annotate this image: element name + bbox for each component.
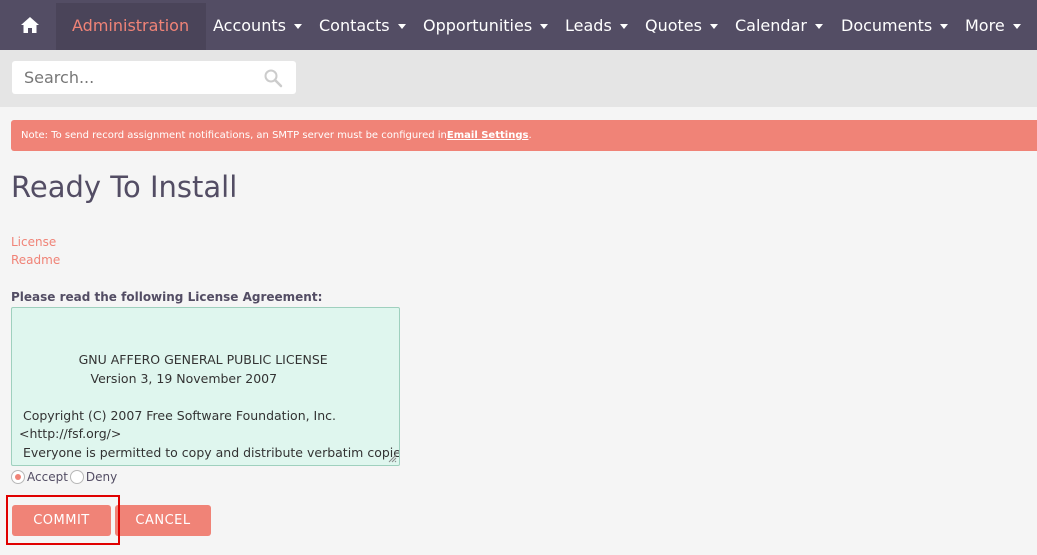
- chevron-down-icon: [293, 23, 302, 29]
- nav-item-accounts[interactable]: Accounts: [213, 0, 302, 50]
- home-icon: [21, 17, 39, 33]
- nav-item-quotes[interactable]: Quotes: [645, 0, 718, 50]
- nav-item-more[interactable]: More: [965, 0, 1021, 50]
- commit-highlight-box: [6, 495, 120, 545]
- top-navigation: Administration Accounts Contacts Opportu…: [0, 0, 1037, 50]
- accept-label[interactable]: Accept: [27, 470, 68, 484]
- search-icon[interactable]: [263, 68, 283, 88]
- resize-grip-icon[interactable]: [387, 453, 397, 463]
- search-bar-region: [0, 50, 1037, 107]
- license-text: GNU AFFERO GENERAL PUBLIC LICENSE Versio…: [19, 352, 399, 465]
- deny-radio[interactable]: [69, 470, 84, 484]
- nav-item-calendar[interactable]: Calendar: [735, 0, 823, 50]
- email-settings-link[interactable]: Email Settings: [447, 130, 529, 141]
- chevron-down-icon: [1012, 23, 1021, 29]
- cancel-button[interactable]: CANCEL: [115, 505, 211, 536]
- license-agreement-label: Please read the following License Agreem…: [11, 290, 323, 304]
- license-link[interactable]: License: [11, 235, 56, 249]
- nav-item-leads[interactable]: Leads: [565, 0, 628, 50]
- nav-item-documents[interactable]: Documents: [841, 0, 949, 50]
- smtp-notice: Note: To send record assignment notifica…: [11, 120, 1037, 151]
- search-box: [12, 61, 296, 94]
- home-button[interactable]: [5, 0, 55, 50]
- deny-label[interactable]: Deny: [86, 470, 117, 484]
- chevron-down-icon: [619, 23, 628, 29]
- nav-item-opportunities[interactable]: Opportunities: [423, 0, 549, 50]
- chevron-down-icon: [814, 23, 823, 29]
- chevron-down-icon: [709, 23, 718, 29]
- chevron-down-icon: [540, 23, 549, 29]
- notice-text: Note: To send record assignment notifica…: [21, 130, 447, 141]
- nav-item-contacts[interactable]: Contacts: [319, 0, 406, 50]
- chevron-down-icon: [940, 23, 949, 29]
- chevron-down-icon: [397, 23, 406, 29]
- license-options: Accept Deny: [11, 469, 119, 485]
- accept-radio[interactable]: [11, 470, 25, 484]
- nav-item-administration[interactable]: Administration: [72, 0, 189, 50]
- notice-suffix: .: [528, 130, 532, 141]
- radio-selected-dot: [15, 474, 21, 480]
- search-input[interactable]: [12, 61, 262, 94]
- page-title: Ready To Install: [11, 170, 238, 204]
- license-textarea[interactable]: GNU AFFERO GENERAL PUBLIC LICENSE Versio…: [11, 307, 400, 466]
- readme-link[interactable]: Readme: [11, 253, 60, 267]
